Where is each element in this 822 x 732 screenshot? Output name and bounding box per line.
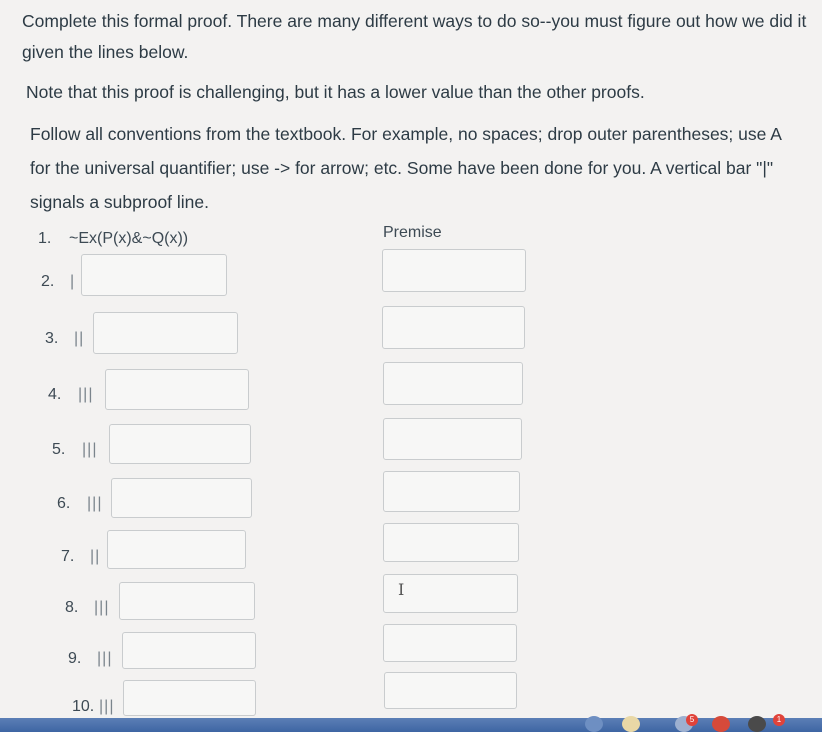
line-9-rule-input[interactable] bbox=[383, 624, 517, 662]
line-1-number: 1. bbox=[38, 230, 52, 247]
line-3-subproof-bars: || bbox=[74, 330, 85, 347]
dock-app-icon[interactable] bbox=[622, 716, 640, 732]
dock-app-icon[interactable] bbox=[748, 716, 766, 732]
line-5-statement-input[interactable] bbox=[109, 424, 251, 464]
line-3-number: 3. bbox=[45, 330, 59, 347]
line-4-number: 4. bbox=[48, 386, 62, 403]
line-3-statement-input[interactable] bbox=[93, 312, 238, 354]
line-7-number: 7. bbox=[61, 548, 75, 565]
line-1-statement: ~Ex(P(x)&~Q(x)) bbox=[69, 230, 189, 247]
line-6-subproof-bars: ||| bbox=[87, 495, 103, 512]
dock-app-icon[interactable] bbox=[585, 716, 603, 732]
line-7-subproof-bars: || bbox=[90, 548, 101, 565]
line-10-statement-input[interactable] bbox=[123, 680, 256, 716]
text-cursor-icon: I bbox=[398, 580, 405, 599]
taskbar bbox=[0, 718, 822, 732]
line-4-rule-input[interactable] bbox=[383, 362, 523, 405]
line-10-subproof-bars: ||| bbox=[99, 698, 115, 715]
line-10-number: 10. bbox=[72, 698, 95, 715]
line-9-number: 9. bbox=[68, 650, 82, 667]
line-1-rule: Premise bbox=[383, 224, 442, 241]
line-3-rule-input[interactable] bbox=[382, 306, 525, 349]
line-5-rule-input[interactable] bbox=[383, 418, 522, 460]
line-9-statement-input[interactable] bbox=[122, 632, 256, 669]
instructions-paragraph-1: Complete this formal proof. There are ma… bbox=[22, 11, 807, 62]
dock-app-icon[interactable] bbox=[712, 716, 730, 732]
line-2-number: 2. bbox=[41, 273, 55, 290]
line-2-subproof-bars: | bbox=[70, 273, 76, 290]
line-8-subproof-bars: ||| bbox=[94, 599, 110, 616]
line-9-subproof-bars: ||| bbox=[97, 650, 113, 667]
line-7-rule-input[interactable] bbox=[383, 523, 519, 562]
line-2-rule-input[interactable] bbox=[382, 249, 526, 292]
instructions-paragraph-2: Note that this proof is challenging, but… bbox=[26, 82, 645, 102]
line-4-statement-input[interactable] bbox=[105, 369, 249, 410]
line-2-statement-input[interactable] bbox=[81, 254, 227, 296]
line-7-statement-input[interactable] bbox=[107, 530, 246, 569]
instructions-paragraph-3: Follow all conventions from the textbook… bbox=[30, 124, 781, 212]
line-6-rule-input[interactable] bbox=[383, 471, 520, 512]
notification-badge: 5 bbox=[686, 714, 698, 726]
line-5-number: 5. bbox=[52, 441, 66, 458]
line-6-number: 6. bbox=[57, 495, 71, 512]
line-5-subproof-bars: ||| bbox=[82, 441, 98, 458]
line-4-subproof-bars: ||| bbox=[78, 386, 94, 403]
line-8-statement-input[interactable] bbox=[119, 582, 255, 620]
line-10-rule-input[interactable] bbox=[384, 672, 517, 709]
notification-badge: 1 bbox=[773, 714, 785, 726]
line-8-number: 8. bbox=[65, 599, 79, 616]
line-6-statement-input[interactable] bbox=[111, 478, 252, 518]
